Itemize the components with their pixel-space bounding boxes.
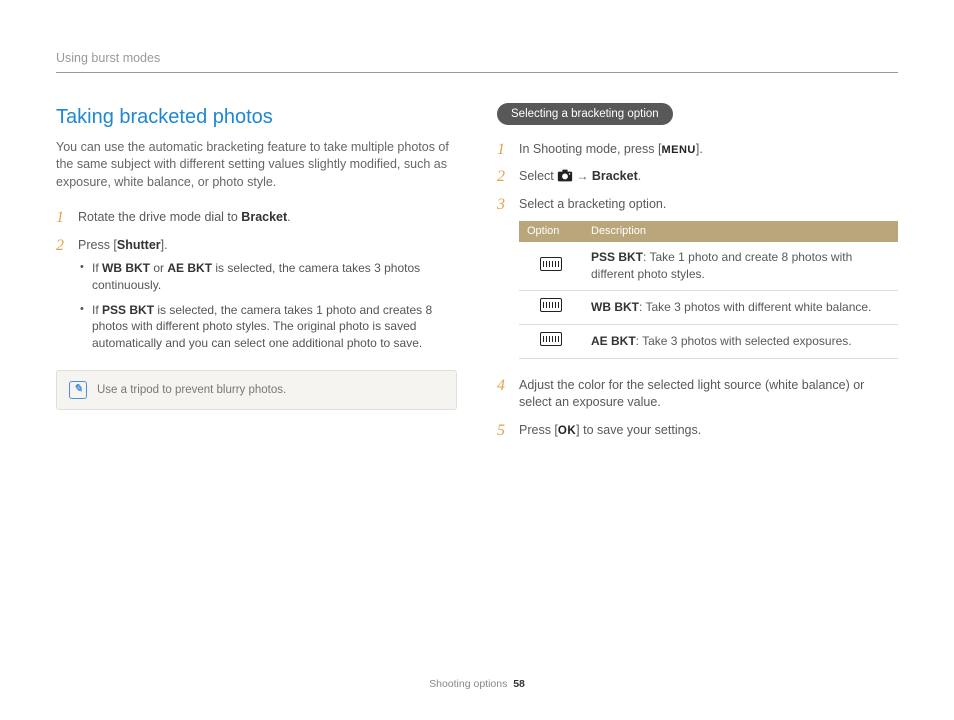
options-table: Option Description PSS BKT: Take 1 photo…	[519, 221, 898, 359]
content-columns: Taking bracketed photos You can use the …	[56, 103, 898, 450]
page-number: 58	[513, 678, 525, 690]
wb-bkt-icon	[540, 298, 562, 312]
table-row: AE BKT: Take 3 photos with selected expo…	[519, 324, 898, 358]
table-row: WB BKT: Take 3 photos with different whi…	[519, 291, 898, 325]
shutter-label: Shutter	[117, 238, 161, 252]
page-header: Using burst modes	[56, 50, 898, 73]
page-footer: Shooting options 58	[0, 677, 954, 692]
table-row: PSS BKT: Take 1 photo and create 8 photo…	[519, 242, 898, 290]
menu-icon: MENU	[661, 144, 695, 156]
intro-text: You can use the automatic bracketing fea…	[56, 139, 457, 192]
breadcrumb: Using burst modes	[56, 51, 160, 65]
note-icon: ✎	[69, 381, 87, 399]
th-description: Description	[583, 221, 898, 242]
note-text: Use a tripod to prevent blurry photos.	[97, 382, 286, 398]
ae-bkt-icon	[540, 332, 562, 346]
section-title: Taking bracketed photos	[56, 103, 457, 131]
footer-section: Shooting options	[429, 678, 507, 690]
step-2-sublist: If WB BKT or AE BKT is selected, the cam…	[78, 260, 457, 352]
table-header-row: Option Description	[519, 221, 898, 242]
r-step-5: Press [OK] to save your settings.	[497, 422, 898, 440]
r-step-1: In Shooting mode, press [MENU].	[497, 141, 898, 159]
note-box: ✎ Use a tripod to prevent blurry photos.	[56, 370, 457, 410]
r-step-2: Select → Bracket.	[497, 168, 898, 186]
step-1: Rotate the drive mode dial to Bracket.	[56, 209, 457, 227]
right-steps: In Shooting mode, press [MENU]. Select →…	[497, 141, 898, 440]
th-option: Option	[519, 221, 583, 242]
left-steps: Rotate the drive mode dial to Bracket. P…	[56, 209, 457, 352]
subsection-pill: Selecting a bracketing option	[497, 103, 673, 125]
left-column: Taking bracketed photos You can use the …	[56, 103, 457, 450]
ok-icon: OK	[558, 425, 576, 437]
bullet-pss: If PSS BKT is selected, the camera takes…	[78, 302, 457, 352]
bullet-wb-ae: If WB BKT or AE BKT is selected, the cam…	[78, 260, 457, 294]
bracket-label: Bracket	[241, 210, 287, 224]
r-step-4: Adjust the color for the selected light …	[497, 377, 898, 412]
right-column: Selecting a bracketing option In Shootin…	[497, 103, 898, 450]
pss-bkt-icon	[540, 257, 562, 271]
step-2: Press [Shutter]. If WB BKT or AE BKT is …	[56, 237, 457, 352]
camera-icon	[557, 169, 573, 182]
r-step-3: Select a bracketing option. Option Descr…	[497, 196, 898, 359]
